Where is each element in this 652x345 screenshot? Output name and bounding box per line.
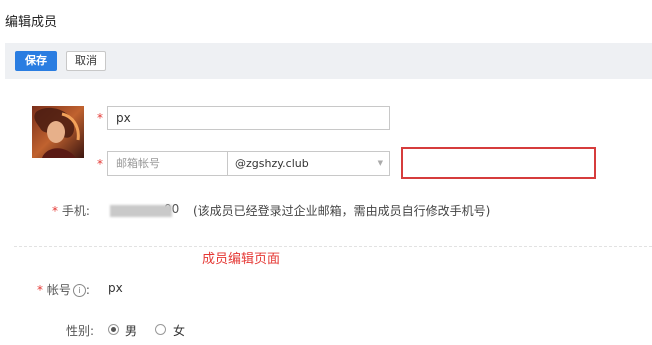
required-mark: * <box>97 157 103 171</box>
account-label-row: * 帐号 i: <box>37 281 90 298</box>
email-domain-value: @zgshzy.club <box>235 157 309 170</box>
account-label-colon: : <box>85 283 90 297</box>
gender-option-female[interactable]: 女 <box>173 322 185 339</box>
avatar-image <box>32 106 84 158</box>
required-mark: * <box>37 283 43 297</box>
avatar[interactable] <box>32 106 84 158</box>
phone-redaction <box>110 205 172 217</box>
toolbar: 保存 取消 <box>5 43 652 79</box>
phone-note: (该成员已经登录过企业邮箱，需由成员自行修改手机号) <box>193 204 491 218</box>
gender-option-male[interactable]: 男 <box>125 322 137 339</box>
phone-label-row: * 手机: <box>52 202 90 219</box>
caret-down-icon: ▼ <box>377 159 383 167</box>
page-title: 编辑成员 <box>5 15 58 30</box>
highlight-box <box>401 147 596 179</box>
annotation-label: 成员编辑页面 <box>202 252 281 267</box>
divider <box>14 246 652 247</box>
gender-radio-male[interactable] <box>108 324 119 335</box>
email-account-input[interactable]: 邮箱帐号 <box>107 151 228 176</box>
required-mark: * <box>97 111 103 125</box>
account-label: 帐号 <box>46 283 71 297</box>
info-circle-icon[interactable]: i <box>72 284 86 297</box>
gender-radio-female[interactable] <box>155 324 166 335</box>
account-value: px <box>108 281 123 295</box>
email-domain-select[interactable]: @zgshzy.club ▼ <box>227 151 390 176</box>
cancel-button[interactable]: 取消 <box>66 51 106 71</box>
name-input[interactable]: px <box>107 106 390 130</box>
required-mark: * <box>52 204 58 218</box>
gender-label: 性别: <box>66 324 95 338</box>
save-button[interactable]: 保存 <box>15 51 57 71</box>
phone-label: 手机: <box>61 204 90 218</box>
